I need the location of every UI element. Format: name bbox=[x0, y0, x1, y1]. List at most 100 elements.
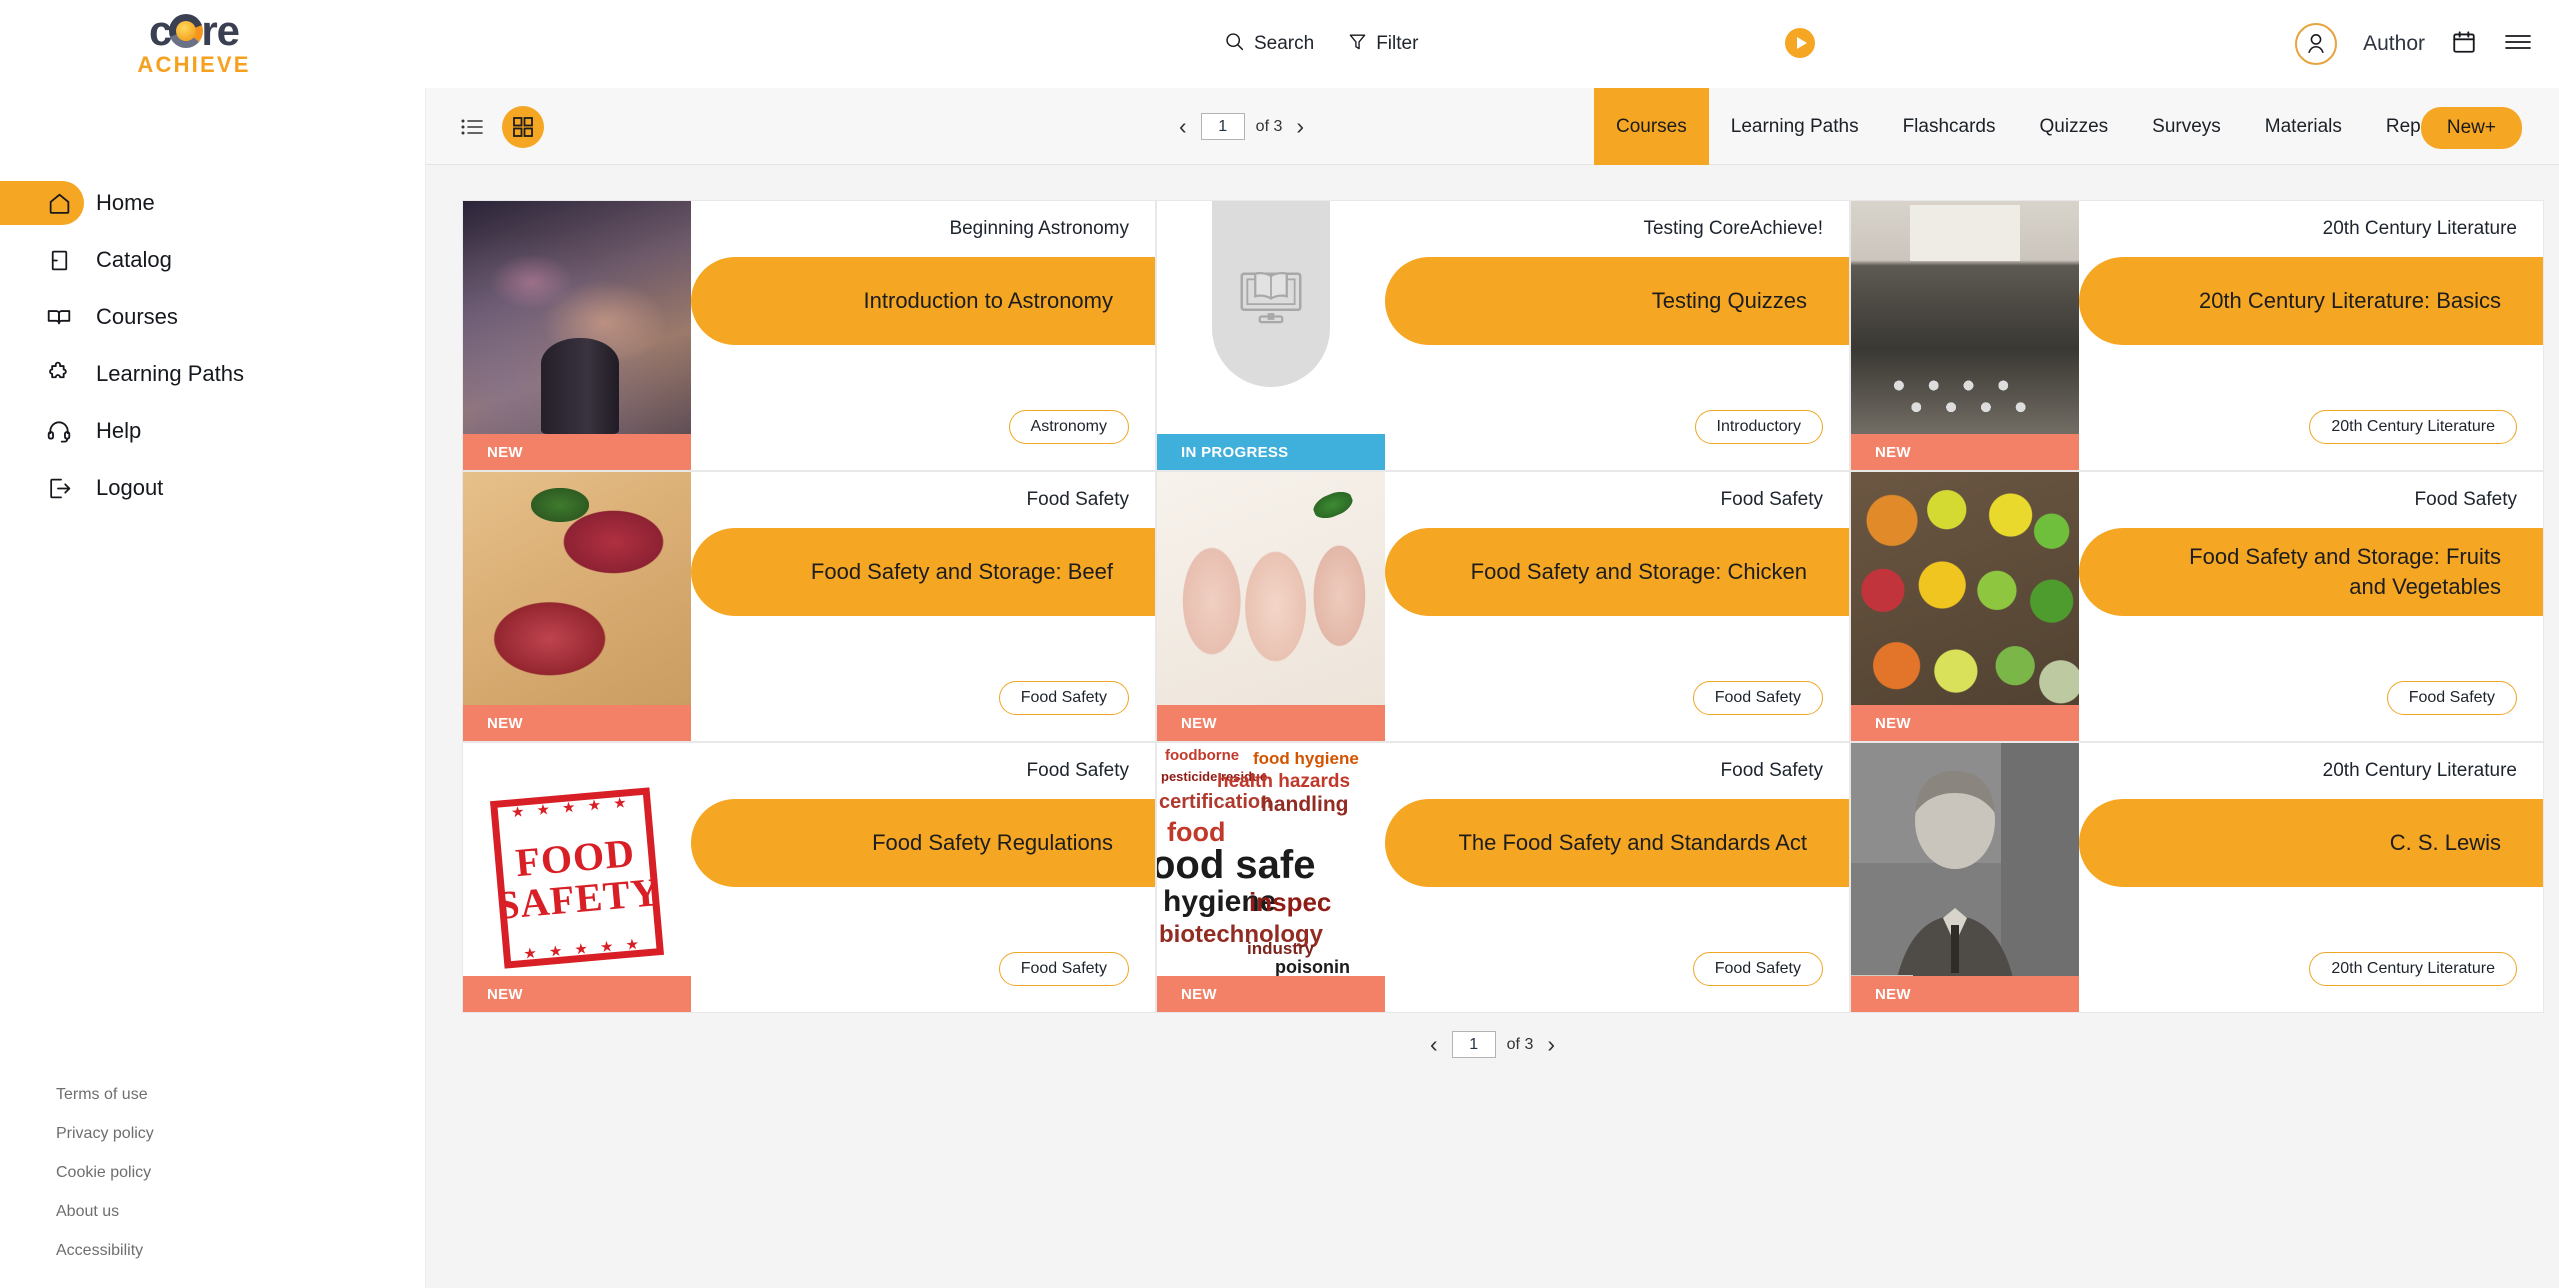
tab-quizzes[interactable]: Quizzes bbox=[2018, 88, 2131, 165]
search-button[interactable]: Search bbox=[1224, 31, 1314, 58]
course-category-label: Food Safety bbox=[1026, 489, 1129, 510]
course-tag[interactable]: Food Safety bbox=[998, 952, 1129, 986]
course-title-bar[interactable]: C. S. Lewis bbox=[2079, 799, 2543, 887]
course-tag[interactable]: 20th Century Literature bbox=[2309, 952, 2517, 986]
course-tag[interactable]: Food Safety bbox=[1692, 952, 1823, 986]
course-title: Food Safety and Storage: Beef bbox=[810, 559, 1113, 585]
catalog-book-icon bbox=[42, 248, 76, 273]
course-tag[interactable]: Food Safety bbox=[998, 681, 1129, 715]
sidebar-item-help[interactable]: Help bbox=[0, 409, 425, 453]
logo-sun-o-icon bbox=[169, 13, 204, 48]
search-label: Search bbox=[1254, 33, 1315, 54]
view-toggle-group bbox=[458, 88, 544, 165]
chevron-left-icon[interactable]: ‹ bbox=[1176, 115, 1190, 138]
status-badge: NEW bbox=[463, 705, 691, 741]
course-card-grid: NEW Beginning Astronomy Introduction to As… bbox=[462, 200, 2544, 1013]
course-title: C. S. Lewis bbox=[2389, 830, 2501, 856]
course-placeholder-icon bbox=[1212, 201, 1330, 387]
top-pagination: ‹ of 3 › bbox=[1176, 88, 1307, 165]
status-badge: NEW bbox=[1851, 976, 2079, 1012]
filter-button[interactable]: Filter bbox=[1348, 31, 1418, 58]
course-thumbnail: NEW bbox=[1851, 743, 2079, 1012]
headset-icon bbox=[42, 418, 76, 444]
sidebar-item-courses[interactable]: Courses bbox=[0, 295, 425, 339]
hamburger-icon[interactable] bbox=[2503, 30, 2533, 59]
home-icon bbox=[42, 191, 76, 216]
course-title-bar[interactable]: The Food Safety and Standards Act bbox=[1385, 799, 1849, 887]
course-tag[interactable]: Food Safety bbox=[1692, 681, 1823, 715]
tab-courses[interactable]: Courses bbox=[1594, 88, 1709, 165]
play-icon[interactable] bbox=[1785, 28, 1815, 58]
course-card-body: 20th Century Literature C. S. Lewis 20th C… bbox=[2079, 743, 2543, 1012]
course-card[interactable]: IN PROGRESS Testing CoreAchieve! Testing Q… bbox=[1156, 200, 1850, 471]
avatar-icon bbox=[2308, 34, 2324, 54]
calendar-icon[interactable] bbox=[2451, 29, 2477, 60]
status-badge: NEW bbox=[1157, 705, 1385, 741]
course-card[interactable]: FOODSAFETY NEW Food Safety Food Safety Regu… bbox=[462, 742, 1156, 1013]
chevron-left-icon[interactable]: ‹ bbox=[1427, 1033, 1441, 1056]
tab-materials[interactable]: Materials bbox=[2243, 88, 2364, 165]
course-card[interactable]: NEW Food Safety Food Safety and Storage: C… bbox=[1156, 471, 1850, 742]
course-title-bar[interactable]: Testing Quizzes bbox=[1385, 257, 1849, 345]
grid-view-icon[interactable] bbox=[502, 105, 544, 148]
chevron-right-icon[interactable]: › bbox=[1293, 115, 1307, 138]
avatar[interactable] bbox=[2295, 23, 2338, 65]
page-number-input[interactable] bbox=[1451, 1031, 1496, 1058]
wordcloud-word: health hazards bbox=[1217, 771, 1351, 792]
portrait-photo bbox=[1851, 743, 2079, 1012]
course-title-bar[interactable]: 20th Century Literature: Basics bbox=[2079, 257, 2543, 345]
course-title-bar[interactable]: Food Safety and Storage: Beef bbox=[691, 528, 1155, 616]
course-tag[interactable]: Astronomy bbox=[1008, 410, 1129, 444]
main-content: ‹ of 3 › Courses Learning Paths Flashcar… bbox=[426, 88, 2559, 1288]
course-card[interactable]: NEW 20th Century Literature C. S. Lewis 20t… bbox=[1850, 742, 2544, 1013]
wordcloud-word: foodborne bbox=[1165, 747, 1240, 764]
status-badge: NEW bbox=[1851, 434, 2079, 470]
course-card[interactable]: NEW Food Safety Food Safety and Storage: B… bbox=[462, 471, 1156, 742]
sidebar-item-learning-paths[interactable]: Learning Paths bbox=[0, 352, 425, 396]
course-category-label: 20th Century Literature bbox=[2322, 218, 2517, 239]
course-card-body: 20th Century Literature 20th Century Lite… bbox=[2079, 201, 2543, 470]
chevron-right-icon[interactable]: › bbox=[1544, 1033, 1558, 1056]
course-tag[interactable]: Food Safety bbox=[2386, 681, 2517, 715]
sidebar-item-catalog[interactable]: Catalog bbox=[0, 238, 425, 282]
course-tag[interactable]: Introductory bbox=[1694, 410, 1823, 444]
tab-flashcards[interactable]: Flashcards bbox=[1881, 88, 2018, 165]
wordcloud-word: food hygiene bbox=[1253, 749, 1359, 768]
course-card[interactable]: NEW Beginning Astronomy Introduction to As… bbox=[462, 200, 1156, 471]
course-title-bar[interactable]: Food Safety and Storage: Fruits and Vege… bbox=[2079, 528, 2543, 616]
author-label[interactable]: Author bbox=[2363, 32, 2425, 56]
course-title-bar[interactable]: Food Safety and Storage: Chicken bbox=[1385, 528, 1849, 616]
status-badge: NEW bbox=[463, 976, 691, 1012]
sidebar-item-label: Catalog bbox=[96, 247, 172, 272]
footer-link-accessibility[interactable]: Accessibility bbox=[56, 1242, 356, 1260]
course-tag[interactable]: 20th Century Literature bbox=[2309, 410, 2517, 444]
wordcloud-word: inspec bbox=[1249, 887, 1332, 917]
tab-learning-paths[interactable]: Learning Paths bbox=[1709, 88, 1881, 165]
tab-surveys[interactable]: Surveys bbox=[2130, 88, 2243, 165]
page-number-input[interactable] bbox=[1200, 113, 1245, 140]
list-view-icon[interactable] bbox=[458, 113, 486, 141]
brand-logo[interactable]: c re ACHIEVE bbox=[104, 9, 284, 78]
course-card-body: Testing CoreAchieve! Testing Quizzes Intro… bbox=[1385, 201, 1849, 470]
course-card[interactable]: foodborne food hygiene pesticide residue he… bbox=[1156, 742, 1850, 1013]
course-title-bar[interactable]: Food Safety Regulations bbox=[691, 799, 1155, 887]
sidebar-item-home[interactable]: Home bbox=[0, 181, 425, 225]
filter-icon bbox=[1348, 31, 1367, 58]
course-title-bar[interactable]: Introduction to Astronomy bbox=[691, 257, 1155, 345]
course-card[interactable]: NEW Food Safety Food Safety and Storage: F… bbox=[1850, 471, 2544, 742]
status-badge: NEW bbox=[463, 434, 691, 470]
course-thumbnail: IN PROGRESS bbox=[1157, 201, 1385, 470]
header-right-actions: Author bbox=[2295, 0, 2533, 88]
sidebar-item-logout[interactable]: Logout bbox=[0, 466, 425, 510]
new-button[interactable]: New+ bbox=[2420, 107, 2522, 149]
content-toolbar: ‹ of 3 › Courses Learning Paths Flashcar… bbox=[426, 88, 2559, 165]
course-card-body: Food Safety Food Safety and Storage: Chic… bbox=[1385, 472, 1849, 741]
footer-link-cookie[interactable]: Cookie policy bbox=[56, 1164, 356, 1182]
course-title: Food Safety and Storage: Chicken bbox=[1470, 559, 1807, 585]
footer-link-privacy[interactable]: Privacy policy bbox=[56, 1125, 356, 1143]
footer-link-about[interactable]: About us bbox=[56, 1203, 356, 1221]
footer-link-terms[interactable]: Terms of use bbox=[56, 1086, 356, 1104]
course-card[interactable]: NEW 20th Century Literature 20th Century L… bbox=[1850, 200, 2544, 471]
logout-icon bbox=[42, 476, 76, 501]
content-tabs: Courses Learning Paths Flashcards Quizze… bbox=[1594, 88, 2474, 165]
